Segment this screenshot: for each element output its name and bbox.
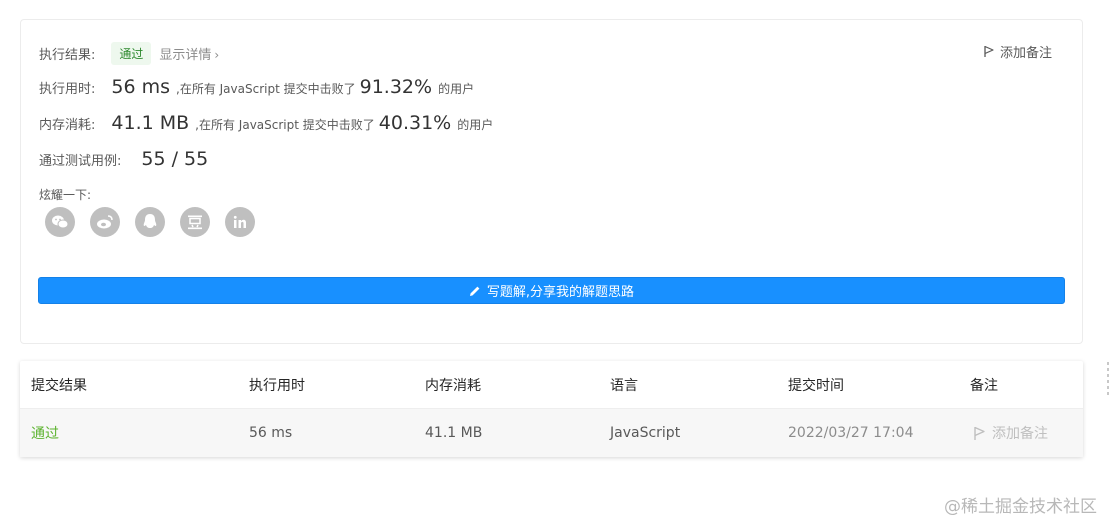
row-runtime: 56 ms bbox=[249, 425, 293, 441]
test-cases-value: 55 / 55 bbox=[141, 148, 209, 170]
write-solution-label: 写题解,分享我的解题思路 bbox=[486, 285, 635, 300]
write-solution-button[interactable]: 写题解,分享我的解题思路 bbox=[38, 277, 1065, 304]
submission-result-panel: 执行结果: 通过 显示详情 › 添加备注 执行用时: 56 ms ,在所有 Jav… bbox=[20, 19, 1083, 344]
pencil-icon bbox=[469, 286, 480, 296]
douban-icon[interactable] bbox=[180, 207, 210, 237]
wechat-icon[interactable] bbox=[45, 207, 75, 237]
test-cases-label: 通过测试用例: bbox=[39, 154, 122, 169]
table-header: 提交结果 执行用时 内存消耗 语言 提交时间 备注 bbox=[20, 361, 1083, 409]
flag-icon bbox=[974, 426, 985, 440]
qq-icon[interactable] bbox=[135, 207, 165, 237]
row-memory: 41.1 MB bbox=[425, 425, 483, 441]
header-language: 语言 bbox=[610, 378, 638, 394]
memory-row: 内存消耗: 41.1 MB ,在所有 JavaScript 提交中击败了 40.… bbox=[39, 112, 493, 134]
row-add-note-button[interactable]: 添加备注 bbox=[973, 409, 1048, 457]
row-submit-time: 2022/03/27 17:04 bbox=[788, 425, 914, 441]
status-badge: 通过 bbox=[111, 42, 152, 65]
row-language: JavaScript bbox=[610, 425, 681, 441]
header-result: 提交结果 bbox=[31, 378, 87, 394]
runtime-suffix: 的用户 bbox=[438, 82, 475, 96]
header-runtime: 执行用时 bbox=[249, 378, 305, 394]
row-add-note-label: 添加备注 bbox=[992, 426, 1048, 442]
memory-suffix: 的用户 bbox=[457, 118, 494, 132]
table-row[interactable]: 通过 56 ms 41.1 MB JavaScript 2022/03/27 1… bbox=[20, 409, 1083, 457]
runtime-value: 56 ms bbox=[111, 76, 171, 98]
share-label: 炫耀一下: bbox=[39, 188, 92, 202]
result-row: 执行结果: 通过 显示详情 › bbox=[39, 42, 219, 65]
runtime-beat-text: ,在所有 JavaScript 提交中击败了 bbox=[176, 82, 356, 96]
runtime-label: 执行用时: bbox=[39, 82, 96, 97]
header-memory: 内存消耗 bbox=[425, 378, 481, 394]
runtime-row: 执行用时: 56 ms ,在所有 JavaScript 提交中击败了 91.32… bbox=[39, 76, 474, 98]
watermark: @稀土掘金技术社区 bbox=[944, 497, 1097, 517]
weibo-icon[interactable] bbox=[90, 207, 120, 237]
header-note: 备注 bbox=[970, 378, 998, 394]
row-result-link[interactable]: 通过 bbox=[31, 409, 59, 457]
submissions-table: 提交结果 执行用时 内存消耗 语言 提交时间 备注 通过 56 ms 41.1 … bbox=[20, 361, 1083, 457]
add-note-button[interactable]: 添加备注 bbox=[983, 42, 1052, 61]
test-cases-row: 通过测试用例: 55 / 55 bbox=[39, 148, 208, 170]
memory-beat-text: ,在所有 JavaScript 提交中击败了 bbox=[195, 118, 375, 132]
memory-percentile: 40.31% bbox=[378, 112, 452, 134]
header-submit-time: 提交时间 bbox=[788, 378, 844, 394]
runtime-percentile: 91.32% bbox=[359, 76, 433, 98]
share-icons bbox=[45, 207, 255, 237]
linkedin-icon[interactable] bbox=[225, 207, 255, 237]
show-details-label: 显示详情 bbox=[159, 48, 212, 63]
scrollbar-handle[interactable] bbox=[1107, 362, 1111, 406]
chevron-right-icon: › bbox=[214, 48, 220, 62]
memory-value: 41.1 MB bbox=[111, 112, 190, 134]
flag-icon bbox=[984, 45, 994, 57]
add-note-label: 添加备注 bbox=[999, 46, 1052, 61]
memory-label: 内存消耗: bbox=[39, 118, 96, 133]
result-label: 执行结果: bbox=[39, 48, 96, 63]
show-details-link[interactable]: 显示详情 › bbox=[159, 44, 219, 63]
